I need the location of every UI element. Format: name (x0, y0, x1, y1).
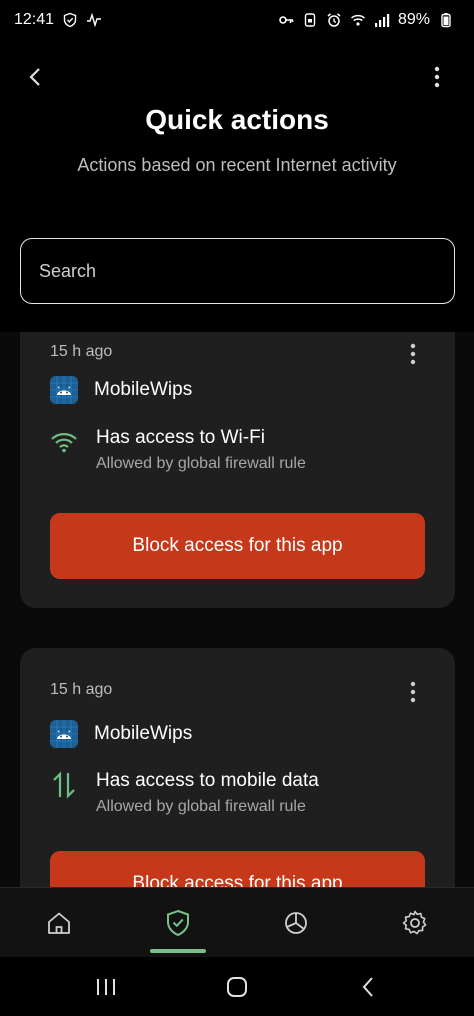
card-menu-button[interactable] (401, 342, 425, 366)
status-time: 12:41 (14, 11, 55, 28)
app-row[interactable]: MobileWips (50, 376, 192, 404)
vpn-key-icon (278, 12, 294, 28)
nav-selected-indicator (149, 948, 206, 953)
pie-chart-icon (285, 911, 308, 934)
nav-settings[interactable] (385, 893, 445, 953)
nav-firewall[interactable] (148, 893, 208, 953)
shield-status-icon (62, 12, 78, 28)
wifi-status-icon (350, 12, 366, 28)
home-circle-icon (226, 976, 247, 997)
permission-subtitle: Allowed by global firewall rule (96, 455, 306, 472)
alarm-icon (326, 12, 342, 28)
chevron-left-icon (362, 976, 374, 997)
battery-icon (438, 12, 454, 28)
activity-status-icon (86, 12, 102, 28)
block-access-button[interactable]: Block access for this app (50, 513, 425, 579)
permission-row: Has access to Wi-Fi Allowed by global fi… (50, 426, 306, 475)
page-title: Quick actions (145, 104, 329, 135)
recent-apps-button[interactable] (86, 967, 126, 1007)
mobile-data-icon (50, 771, 78, 799)
status-bar: 12:41 89% (0, 0, 474, 40)
more-vertical-icon (410, 343, 416, 365)
permission-subtitle: Allowed by global firewall rule (96, 798, 306, 815)
quick-actions-list[interactable]: 15 h ago MobileWips Has access to Wi-Fi … (0, 332, 474, 887)
shield-check-icon (166, 909, 189, 936)
chevron-left-icon (29, 68, 40, 86)
quick-action-card: 15 h ago MobileWips Has access to Wi-Fi … (20, 332, 455, 608)
back-system-button[interactable] (348, 967, 388, 1007)
card-timestamp: 15 h ago (50, 681, 113, 698)
more-options-button[interactable] (422, 62, 452, 92)
gear-icon (402, 910, 427, 934)
home-system-button[interactable] (217, 967, 257, 1007)
home-icon (48, 912, 71, 934)
wifi-icon (50, 428, 78, 456)
more-vertical-icon (410, 681, 416, 703)
system-navigation-bar (0, 957, 474, 1016)
bottom-navigation (0, 887, 474, 957)
battery-percentage: 89% (397, 11, 430, 28)
signal-icon (374, 12, 390, 28)
app-name: MobileWips (94, 379, 193, 400)
quick-action-card: 15 h ago MobileWips Has access to mobile… (20, 648, 455, 887)
card-menu-button[interactable] (401, 680, 425, 704)
nav-home[interactable] (29, 893, 89, 953)
permission-title: Has access to Wi-Fi (96, 427, 265, 448)
android-app-icon (50, 720, 78, 748)
app-row[interactable]: MobileWips (50, 720, 192, 748)
permission-title: Has access to mobile data (96, 770, 319, 791)
search-input[interactable] (20, 238, 455, 304)
page-subtitle: Actions based on recent Internet activit… (77, 155, 397, 175)
lock-notification-icon (302, 12, 318, 28)
card-timestamp: 15 h ago (50, 343, 113, 360)
nav-statistics[interactable] (266, 893, 326, 953)
android-app-icon (50, 376, 78, 404)
more-vertical-icon (434, 66, 440, 88)
permission-row: Has access to mobile data Allowed by glo… (50, 769, 319, 818)
recent-apps-icon (96, 978, 115, 995)
block-access-button[interactable]: Block access for this app (50, 851, 425, 887)
back-button[interactable] (20, 62, 50, 92)
app-name: MobileWips (94, 723, 193, 744)
